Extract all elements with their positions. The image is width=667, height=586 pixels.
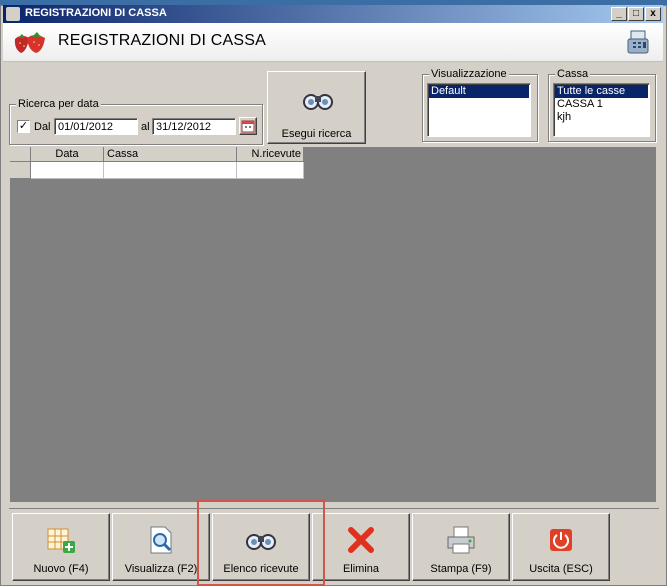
printer-icon — [447, 526, 475, 554]
to-date-input[interactable]: 31/12/2012 — [152, 118, 236, 135]
from-date-checkbox[interactable]: ✓ — [17, 120, 30, 133]
app-icon — [6, 7, 20, 21]
highlight-box — [197, 500, 325, 586]
view-document-icon — [150, 526, 172, 554]
window-title: REGISTRAZIONI DI CASSA — [25, 7, 167, 19]
view-button[interactable]: Visualizza (F2) — [112, 513, 210, 581]
data-grid[interactable]: Data Cassa N.ricevute — [10, 147, 656, 502]
column-header-cassa[interactable]: Cassa — [104, 147, 237, 162]
from-date-label: Dal — [34, 121, 51, 133]
add-grid-icon — [47, 528, 75, 553]
execute-search-button[interactable]: Esegui ricerca — [267, 71, 366, 144]
view-listbox[interactable]: Default — [427, 83, 531, 137]
delete-x-icon — [348, 527, 374, 553]
strawberry-logo-icon — [14, 32, 45, 53]
table-cell[interactable] — [104, 162, 237, 179]
register-option[interactable]: kjh — [555, 111, 648, 124]
maximize-button[interactable]: □ — [628, 7, 644, 21]
calendar-button[interactable] — [239, 117, 257, 135]
register-group-label: Cassa — [555, 68, 591, 80]
print-button-label: Stampa (F9) — [430, 563, 492, 575]
calendar-icon — [241, 120, 255, 133]
register-option[interactable]: Tutte le casse — [555, 85, 648, 98]
register-option[interactable]: CASSA 1 — [555, 98, 648, 111]
column-header-data[interactable]: Data — [31, 147, 104, 162]
view-button-label: Visualizza (F2) — [124, 563, 198, 575]
title-bar[interactable]: REGISTRAZIONI DI CASSA _ □ x — [3, 5, 663, 23]
cash-register-icon — [627, 30, 649, 54]
close-button[interactable]: x — [645, 7, 661, 21]
header-banner: REGISTRAZIONI DI CASSA — [3, 23, 663, 62]
binoculars-icon — [303, 94, 333, 110]
grid-table: Data Cassa N.ricevute — [10, 147, 304, 179]
exit-button-label: Uscita (ESC) — [529, 563, 593, 575]
minimize-button[interactable]: _ — [611, 7, 627, 21]
print-button[interactable]: Stampa (F9) — [412, 513, 510, 581]
view-group-label: Visualizzazione — [429, 68, 509, 80]
new-button-label: Nuovo (F4) — [33, 563, 89, 575]
to-date-label: al — [141, 121, 150, 133]
table-cell[interactable] — [237, 162, 304, 179]
execute-search-label: Esegui ricerca — [281, 128, 352, 140]
page-title: REGISTRAZIONI DI CASSA — [58, 32, 266, 49]
view-option[interactable]: Default — [429, 85, 529, 98]
table-cell[interactable] — [31, 162, 104, 179]
column-header-n-ricevute[interactable]: N.ricevute — [237, 147, 304, 162]
new-button[interactable]: Nuovo (F4) — [12, 513, 110, 581]
delete-button-label: Elimina — [342, 563, 380, 575]
power-exit-icon — [550, 529, 572, 551]
from-date-input[interactable]: 01/01/2012 — [54, 118, 138, 135]
grid-corner-header — [10, 147, 31, 162]
row-selector[interactable] — [10, 162, 31, 179]
date-search-group-label: Ricerca per data — [16, 98, 101, 110]
exit-button[interactable]: Uscita (ESC) — [512, 513, 610, 581]
register-listbox[interactable]: Tutte le casse CASSA 1 kjh — [553, 83, 650, 137]
delete-button[interactable]: Elimina — [312, 513, 410, 581]
